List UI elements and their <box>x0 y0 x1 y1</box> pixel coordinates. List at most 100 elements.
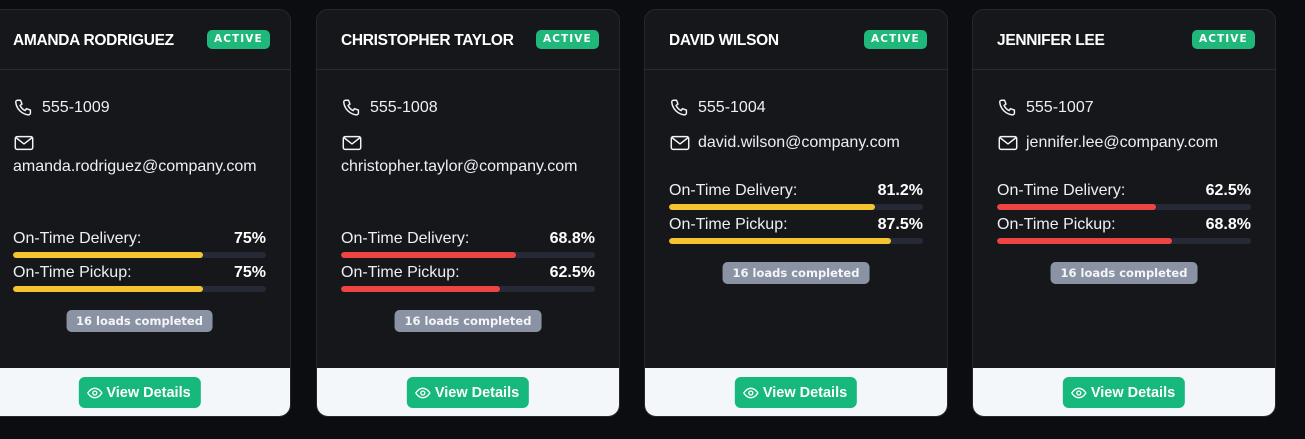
eye-icon <box>86 387 103 398</box>
delivery-metric: On-Time Delivery: 75% <box>13 230 266 264</box>
view-details-label: View Details <box>762 384 848 401</box>
delivery-label: On-Time Delivery: <box>341 230 470 247</box>
loads-completed-badge: 16 loads completed <box>722 262 870 284</box>
delivery-label: On-Time Delivery: <box>13 230 142 247</box>
driver-card: CHRISTOPHER TAYLOR ACTIVE 555-1008 chris… <box>316 9 620 417</box>
phone-icon <box>669 96 693 120</box>
card-footer: View Details <box>973 368 1275 416</box>
status-badge: ACTIVE <box>864 30 927 49</box>
pickup-progress-bar <box>669 238 923 244</box>
phone-number: 555-1009 <box>42 99 110 116</box>
pickup-progress-bar <box>341 286 595 292</box>
view-details-label: View Details <box>434 384 520 401</box>
eye-icon <box>743 387 759 398</box>
delivery-progress-fill <box>341 252 516 258</box>
card-header: CHRISTOPHER TAYLOR ACTIVE <box>317 10 619 70</box>
email-address[interactable]: david.wilson@company.com <box>698 134 900 152</box>
card-footer: View Details <box>0 368 290 416</box>
pickup-label: On-Time Pickup: <box>341 264 460 281</box>
card-header: DAVID WILSON ACTIVE <box>645 10 947 70</box>
loads-completed-badge: 16 loads completed <box>394 310 542 332</box>
pickup-value: 68.8% <box>1205 216 1251 233</box>
driver-name: DAVID WILSON <box>669 32 779 49</box>
delivery-value: 75% <box>233 230 266 247</box>
pickup-progress-bar <box>13 286 266 292</box>
delivery-metric: On-Time Delivery: 81.2% <box>669 182 923 216</box>
phone-number: 555-1008 <box>370 99 438 116</box>
delivery-metric: On-Time Delivery: 68.8% <box>341 230 595 264</box>
loads-completed-badge: 16 loads completed <box>66 310 213 332</box>
pickup-progress-bar <box>997 238 1251 244</box>
view-details-button[interactable]: View Details <box>734 377 858 408</box>
pickup-label: On-Time Pickup: <box>997 216 1116 233</box>
view-details-button[interactable]: View Details <box>1062 377 1186 408</box>
driver-card: DAVID WILSON ACTIVE 555-1004 david.wilso… <box>644 9 948 417</box>
driver-card: AMANDA RODRIGUEZ ACTIVE 555-1009 amanda.… <box>0 9 291 417</box>
delivery-progress-fill <box>997 204 1156 210</box>
card-header: JENNIFER LEE ACTIVE <box>973 10 1275 70</box>
pickup-value: 62.5% <box>549 264 595 281</box>
eye-icon <box>415 387 431 398</box>
mail-icon <box>997 131 1021 155</box>
pickup-metric: On-Time Pickup: 87.5% <box>669 216 923 250</box>
status-badge: ACTIVE <box>1192 30 1255 49</box>
delivery-label: On-Time Delivery: <box>997 182 1126 199</box>
loads-completed-badge: 16 loads completed <box>1050 262 1198 284</box>
card-footer: View Details <box>317 368 619 416</box>
pickup-value: 75% <box>233 264 266 281</box>
phone-number: 555-1007 <box>1026 99 1094 116</box>
card-body: 555-1007 jennifer.lee@company.com On-Tim… <box>997 70 1251 368</box>
pickup-metric: On-Time Pickup: 75% <box>13 264 266 298</box>
pickup-label: On-Time Pickup: <box>669 216 788 233</box>
delivery-progress-bar <box>13 252 266 258</box>
email-row <box>341 131 365 155</box>
email-address[interactable]: christopher.taylor@company.com <box>341 155 591 179</box>
pickup-progress-fill <box>997 238 1172 244</box>
driver-name: AMANDA RODRIGUEZ <box>13 32 174 49</box>
mail-icon <box>341 131 365 155</box>
phone-row: 555-1007 <box>997 96 1094 120</box>
delivery-progress-bar <box>669 204 923 210</box>
phone-icon <box>13 96 37 120</box>
email-address[interactable]: jennifer.lee@company.com <box>1026 134 1218 152</box>
delivery-progress-bar <box>341 252 595 258</box>
pickup-progress-fill <box>669 238 892 244</box>
driver-card: JENNIFER LEE ACTIVE 555-1007 jennifer.le… <box>972 9 1276 417</box>
card-body: 555-1009 amanda.rodriguez@company.com On… <box>13 70 266 368</box>
phone-row: 555-1009 <box>13 96 110 120</box>
card-header: AMANDA RODRIGUEZ ACTIVE <box>0 10 290 70</box>
view-details-label: View Details <box>1090 384 1176 401</box>
card-body: 555-1004 david.wilson@company.com On-Tim… <box>669 70 923 368</box>
delivery-metric: On-Time Delivery: 62.5% <box>997 182 1251 216</box>
mail-icon <box>669 131 693 155</box>
pickup-progress-fill <box>13 286 203 292</box>
driver-name: JENNIFER LEE <box>997 32 1105 49</box>
email-address[interactable]: amanda.rodriguez@company.com <box>13 155 263 179</box>
phone-row: 555-1004 <box>669 96 766 120</box>
pickup-label: On-Time Pickup: <box>13 264 132 281</box>
pickup-metric: On-Time Pickup: 62.5% <box>341 264 595 298</box>
delivery-value: 68.8% <box>549 230 595 247</box>
pickup-value: 87.5% <box>877 216 923 233</box>
phone-icon <box>341 96 365 120</box>
card-body: 555-1008 christopher.taylor@company.com … <box>341 70 595 368</box>
status-badge: ACTIVE <box>207 30 270 49</box>
delivery-progress-fill <box>13 252 203 258</box>
delivery-progress-fill <box>669 204 876 210</box>
view-details-button[interactable]: View Details <box>78 377 201 408</box>
pickup-metric: On-Time Pickup: 68.8% <box>997 216 1251 250</box>
mail-icon <box>13 131 37 155</box>
view-details-button[interactable]: View Details <box>406 377 530 408</box>
phone-number: 555-1004 <box>698 99 766 116</box>
delivery-value: 81.2% <box>877 182 923 199</box>
delivery-progress-bar <box>997 204 1251 210</box>
view-details-label: View Details <box>106 384 191 401</box>
status-badge: ACTIVE <box>536 30 599 49</box>
phone-row: 555-1008 <box>341 96 438 120</box>
email-row: jennifer.lee@company.com <box>997 131 1218 155</box>
eye-icon <box>1071 387 1087 398</box>
card-footer: View Details <box>645 368 947 416</box>
email-row <box>13 131 37 155</box>
delivery-value: 62.5% <box>1205 182 1251 199</box>
pickup-progress-fill <box>341 286 500 292</box>
